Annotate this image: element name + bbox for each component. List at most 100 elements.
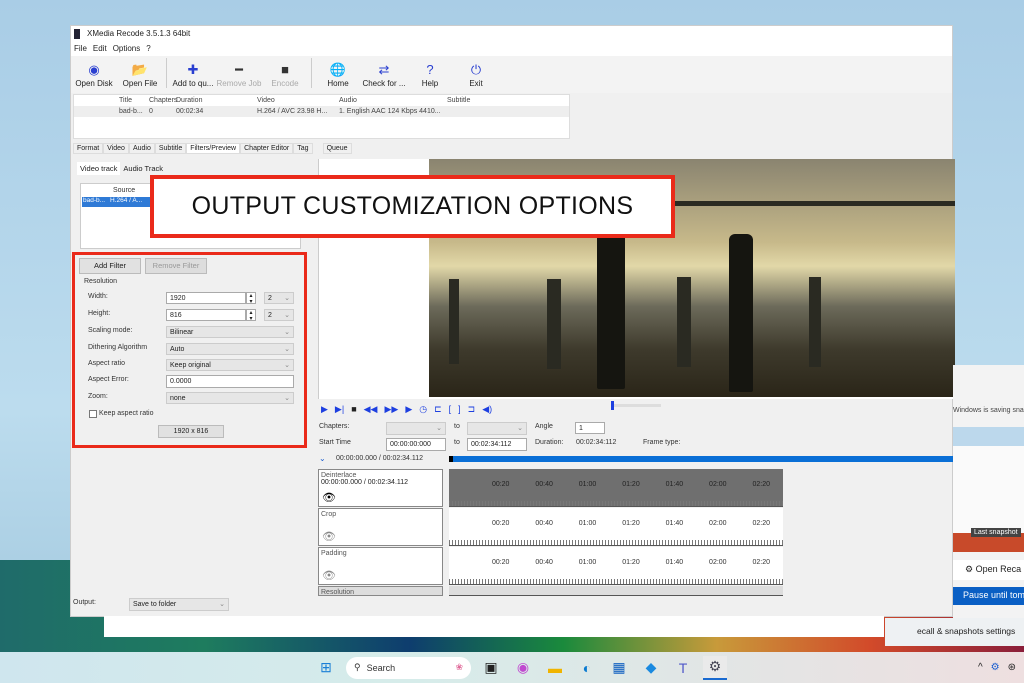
exit-button[interactable]: ⏻ Exit [453,62,499,89]
menu-help[interactable]: ? [146,44,150,55]
tab-audio[interactable]: Audio [128,143,155,154]
track-timeline[interactable]: 00:20 00:40 01:00 01:20 01:40 02:00 02:20 [449,469,783,507]
pause-button[interactable]: Pause until tom [953,587,1024,605]
play-icon[interactable]: ▶ [321,404,328,415]
position-readout: 00:00:00.000 / 00:02:34.112 [336,455,424,462]
tick-label: 00:40 [535,559,553,566]
track-padding[interactable]: Padding 👁 [318,547,443,585]
home-button[interactable]: 🌐 Home [315,63,361,89]
tab-video-track[interactable]: Video track [77,162,121,175]
chapter-from-select[interactable] [386,422,446,435]
edge-icon[interactable]: ◐ [575,656,599,680]
mark-out-icon[interactable]: ⊐ [468,404,476,415]
step-forward-icon[interactable]: ▶| [335,404,344,415]
settings-icon[interactable]: ⚙ [703,655,727,680]
clock-icon[interactable]: ◷ [419,404,427,415]
recall-settings-link[interactable]: ecall & snapshots settings [885,618,1024,646]
ruler [449,579,783,584]
encode-button[interactable]: ■ Encode [262,63,308,89]
list-item[interactable]: bad-b... H.264 / A... [82,197,157,207]
tick-labels: 00:20 00:40 01:00 01:20 01:40 02:00 02:20 [449,559,783,566]
track-resolution[interactable]: Resolution [318,586,443,596]
teams-icon[interactable]: T [671,656,695,680]
track-crop[interactable]: Crop 👁 [318,508,443,546]
app-icon[interactable]: ◆ [639,656,663,680]
tray-chevron-icon[interactable]: ^ [978,662,983,673]
open-file-button[interactable]: 📂 Open File [117,63,163,89]
copilot-icon[interactable]: ◉ [511,656,535,680]
table-row[interactable]: bad-b... 0 00:02:34 H.264 / AVC 23.98 H... 1… [74,106,569,117]
tab-chapter-editor[interactable]: Chapter Editor [240,143,294,154]
taskbar-search[interactable]: ⚲ Search ❀ [346,656,471,679]
tab-subtitle[interactable]: Subtitle [154,143,187,154]
job-table-header: Title Chapters Duration Video Audio Subtitle [74,95,569,106]
tab-filters-preview[interactable]: Filters/Preview [186,143,241,154]
column-header[interactable]: Title [119,95,149,106]
track-timeline[interactable] [449,586,783,596]
recall-tray-icon[interactable]: ⚙ [991,662,1000,673]
start-icon[interactable]: ⊞ [314,656,338,680]
table-cell: 0 [149,108,153,115]
network-icon[interactable]: ⊛ [1008,662,1016,673]
column-header[interactable]: Duration [176,95,257,106]
tab-tag[interactable]: Tag [293,143,313,154]
toolbar-label: Add to qu... [172,79,214,88]
mark-in-icon[interactable]: ⊏ [434,404,442,415]
open-disk-button[interactable]: ◉ Open Disk [71,63,117,89]
track-timeline[interactable]: 00:20 00:40 01:00 01:20 01:40 02:00 02:20 [449,547,783,585]
eye-hidden-icon[interactable]: 👁 [322,530,336,543]
duration-value: 00:02:34:112 [576,439,617,446]
title-bar: XMedia Recode 3.5.1.3 64bit [71,26,952,43]
chapter-to-select[interactable] [467,422,527,435]
end-time-input[interactable]: 00:02:34:112 [467,438,527,451]
start-time-input[interactable]: 00:00:00:000 [386,438,446,451]
seek-bar[interactable] [449,456,954,462]
menu-file[interactable]: File [74,44,87,55]
highlight-box [72,252,307,448]
tab-video[interactable]: Video [103,143,129,154]
column-header[interactable]: Chapters [149,95,177,106]
power-icon: ⏻ [470,62,482,77]
column-header[interactable]: Subtitle [447,95,547,106]
bracket-end-icon[interactable]: ] [458,404,461,415]
volume-slider[interactable] [611,401,661,410]
tab-format[interactable]: Format [73,143,104,154]
angle-input[interactable]: 1 [575,422,605,434]
next-frame-icon[interactable]: ▶ [405,404,412,415]
rewind-icon[interactable]: ◀◀ [364,404,378,415]
toolbar-label: Remove Job [216,79,262,88]
menu-edit[interactable]: Edit [93,44,107,55]
file-explorer-icon[interactable]: ▬ [543,656,567,680]
tick-label: 01:20 [622,559,640,566]
tab-queue[interactable]: Queue [322,143,352,154]
track-name: Deinterlace [321,472,357,479]
help-button[interactable]: ? Help [407,63,453,89]
track-deinterlace[interactable]: Deinterlace 00:00:00.000 / 00:02:34.112 👁 [318,469,443,507]
task-view-icon[interactable]: ▣ [479,656,503,680]
collapse-chevron-icon[interactable]: ⌄ [319,454,326,463]
track-timeline[interactable]: 00:20 00:40 01:00 01:20 01:40 02:00 02:20 [449,508,783,546]
output-select[interactable]: Save to folder [129,598,229,611]
add-to-qu-button[interactable]: ✚ Add to qu... [170,62,216,89]
seek-handle[interactable] [449,456,453,462]
eye-icon[interactable]: 👁 [322,491,336,504]
tab-audio-track[interactable]: Audio Track [120,162,166,175]
window-title: XMedia Recode 3.5.1.3 64bit [87,29,191,38]
start-time-label: Start Time [319,439,351,446]
remove-job-button[interactable]: ━ Remove Job [216,63,262,89]
ruler [449,501,783,506]
tick-label: 01:40 [665,559,684,566]
stop-icon[interactable]: ■ [351,404,356,415]
menu-options[interactable]: Options [113,44,141,55]
store-icon[interactable]: ▦ [607,656,631,680]
eye-hidden-icon[interactable]: 👁 [322,569,336,582]
open-recall-button[interactable]: ⚙ Open Reca [953,560,1024,580]
check-for-button[interactable]: ⇄ Check for ... [361,63,407,89]
fast-forward-icon[interactable]: ▶▶ [384,404,398,415]
bracket-start-icon[interactable]: [ [449,404,452,415]
volume-icon[interactable]: ◀) [482,404,492,415]
column-header[interactable]: Video [257,95,339,106]
plus-icon: ✚ [187,62,199,77]
table-cell: bad-b... [119,108,143,115]
column-header[interactable]: Audio [339,95,447,106]
